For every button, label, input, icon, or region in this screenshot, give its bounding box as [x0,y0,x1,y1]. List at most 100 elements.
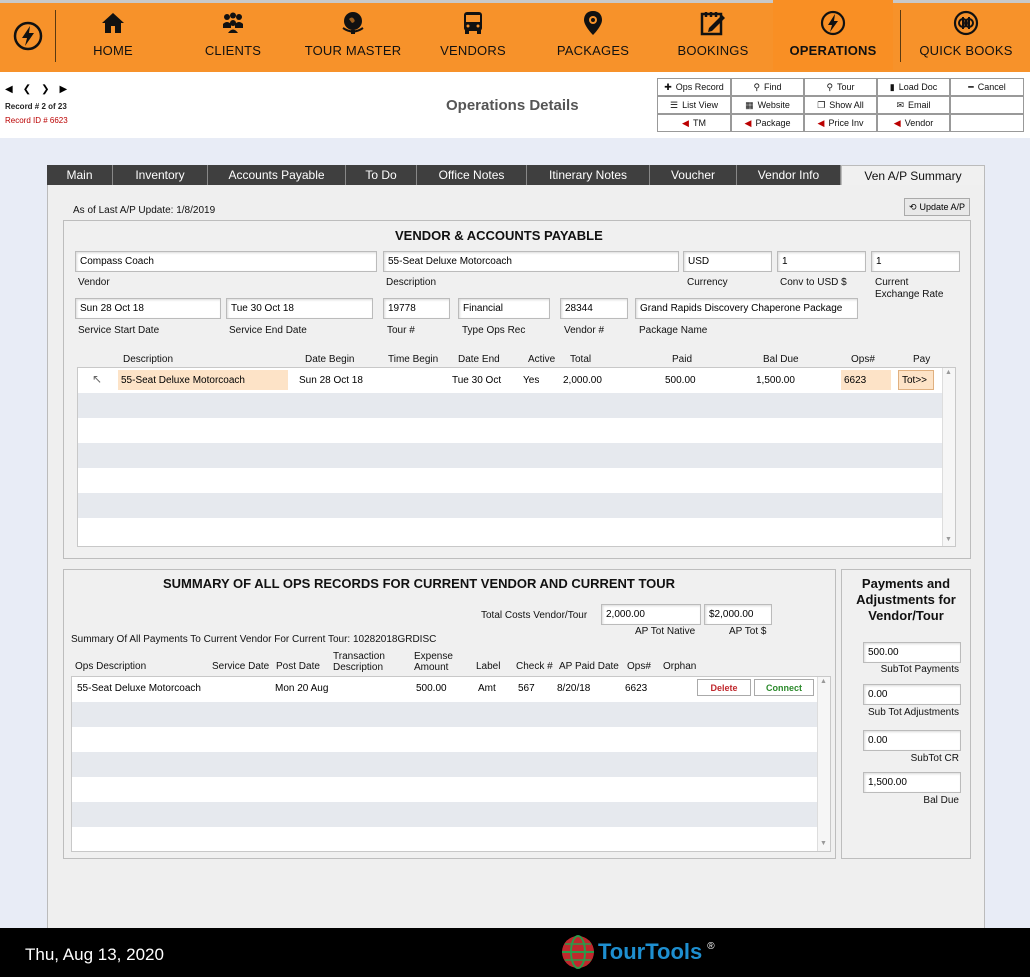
go-to-record-arrow-icon[interactable]: ↖ [92,372,102,386]
tm-button[interactable]: ◀ TM [657,114,731,132]
row-date-end: Tue 30 Oct [452,375,502,386]
record-id: Record ID # 6623 [5,116,68,125]
find-button[interactable]: ⚲ Find [731,78,804,96]
package-name-field[interactable]: Grand Rapids Discovery Chaperone Package [635,298,858,319]
col-transaction-description: Transaction Description [333,651,385,673]
ops-record-button[interactable]: ✚ Ops Record [657,78,731,96]
summary-title: SUMMARY OF ALL OPS RECORDS FOR CURRENT V… [163,576,676,591]
scroll-up-icon[interactable]: ▲ [945,369,952,376]
tab-vendor-info[interactable]: Vendor Info [737,165,841,185]
nav-packages[interactable]: PACKAGES [533,0,653,70]
tab-itinerary-notes[interactable]: Itinerary Notes [527,165,650,185]
page-title: Operations Details [446,97,579,114]
table-row [78,443,955,468]
col-service-date: Service Date [212,661,270,672]
plus-icon: ✚ [664,81,672,92]
vendor-field[interactable]: Compass Coach [75,251,377,272]
tab-ven-ap-summary[interactable]: Ven A/P Summary [841,165,985,186]
caret-left-icon: ◀ [744,117,752,128]
currency-field[interactable]: USD [683,251,772,272]
subtot-payments-field[interactable]: 500.00 [863,642,961,663]
nav-tour-master[interactable]: TOUR MASTER [293,0,413,70]
vendor-number-field[interactable]: 28344 [560,298,628,319]
tab-main[interactable]: Main [47,165,113,185]
vendor-button[interactable]: ◀ Vendor [877,114,950,132]
col-time-begin: Time Begin [388,354,439,365]
package-button[interactable]: ◀ Package [731,114,804,132]
refresh-icon: ⟲ [908,201,917,212]
nav-bookings[interactable]: BOOKINGS [653,0,773,70]
payments-summary-line: Summary Of All Payments To Current Vendo… [71,634,437,645]
exchange-rate-field[interactable]: 1 [871,251,960,272]
table-row [72,752,830,777]
row-date-begin: Sun 28 Oct 18 [299,375,363,386]
tab-voucher[interactable]: Voucher [650,165,737,185]
first-record-icon[interactable]: ◀ [5,84,13,95]
ap-grid [77,367,956,547]
nav-home[interactable]: HOME [53,0,173,70]
caret-left-icon: ◀ [893,117,901,128]
tour-button[interactable]: ⚲ Tour [804,78,877,96]
row-paid: 500.00 [665,375,696,386]
row-ops-description: 55-Seat Deluxe Motorcoach [77,683,201,694]
scroll-down-icon[interactable]: ▼ [820,840,827,847]
nav-quick-books[interactable]: QUICK BOOKS [906,0,1026,70]
vendor-label: Vendor [78,277,110,288]
bal-due-field[interactable]: 1,500.00 [863,772,961,793]
col-date-begin: Date Begin [305,354,355,365]
prev-record-icon[interactable]: ❮ [23,84,31,95]
next-record-icon[interactable]: ❯ [41,84,49,95]
service-end-field[interactable]: Tue 30 Oct 18 [226,298,373,319]
description-label: Description [386,277,437,288]
bus-icon [460,10,486,36]
last-record-icon[interactable]: ▶ [59,84,67,95]
pay-total-button[interactable]: Tot>> [898,370,934,390]
app-logo-lightning-icon[interactable] [0,2,56,70]
subtot-cr-field[interactable]: 0.00 [863,730,961,751]
type-ops-field[interactable]: Financial [458,298,550,319]
conv-usd-field[interactable]: 1 [777,251,866,272]
package-name-label: Package Name [639,325,708,336]
nav-divider [900,10,901,62]
nav-label: QUICK BOOKS [919,43,1013,58]
tab-inventory[interactable]: Inventory [113,165,208,185]
cancel-button[interactable]: ━ Cancel [950,78,1024,96]
connect-button[interactable]: Connect [754,679,814,696]
service-start-field[interactable]: Sun 28 Oct 18 [75,298,221,319]
table-row [78,493,955,518]
price-inv-button[interactable]: ◀ Price Inv [804,114,877,132]
tab-office-notes[interactable]: Office Notes [417,165,527,185]
scroll-up-icon[interactable]: ▲ [820,678,827,685]
tab-accounts-payable[interactable]: Accounts Payable [208,165,346,185]
tour-number-field[interactable]: 19778 [383,298,450,319]
email-button[interactable]: ✉ Email [877,96,950,114]
ap-grid-scrollbar[interactable] [942,368,955,546]
col-orphan: Orphan [663,661,697,672]
payments-title: Payments and Adjustments for Vendor/Tour [856,576,956,623]
update-ap-button[interactable]: ⟲ Update A/P [904,198,970,216]
subtot-adjustments-field[interactable]: 0.00 [863,684,961,705]
table-row [72,777,830,802]
nav-vendors[interactable]: VENDORS [413,0,533,70]
last-ap-update: As of Last A/P Update: 1/8/2019 [73,205,216,216]
table-row [78,468,955,493]
delete-button[interactable]: Delete [697,679,751,696]
registered-mark: ® [707,940,715,952]
list-view-button[interactable]: ☰ List View [657,96,731,114]
nav-clients[interactable]: CLIENTS [173,0,293,70]
ap-total-usd-field[interactable]: $2,000.00 [704,604,772,625]
table-row [72,702,830,727]
load-doc-button[interactable]: ▮ Load Doc [877,78,950,96]
nav-operations[interactable]: OPERATIONS [773,0,893,70]
ap-total-native-field[interactable]: 2,000.00 [601,604,701,625]
scroll-down-icon[interactable]: ▼ [945,536,952,543]
tab-to-do[interactable]: To Do [346,165,417,185]
summary-grid [71,676,831,852]
caret-left-icon: ◀ [682,117,689,128]
description-field[interactable]: 55-Seat Deluxe Motorcoach [383,251,679,272]
show-all-button[interactable]: ❐ Show All [804,96,877,114]
summary-grid-scrollbar[interactable] [817,677,830,851]
tour-number-label: Tour # [387,325,415,336]
website-button[interactable]: ▦ Website [731,96,804,114]
table-row [78,418,955,443]
